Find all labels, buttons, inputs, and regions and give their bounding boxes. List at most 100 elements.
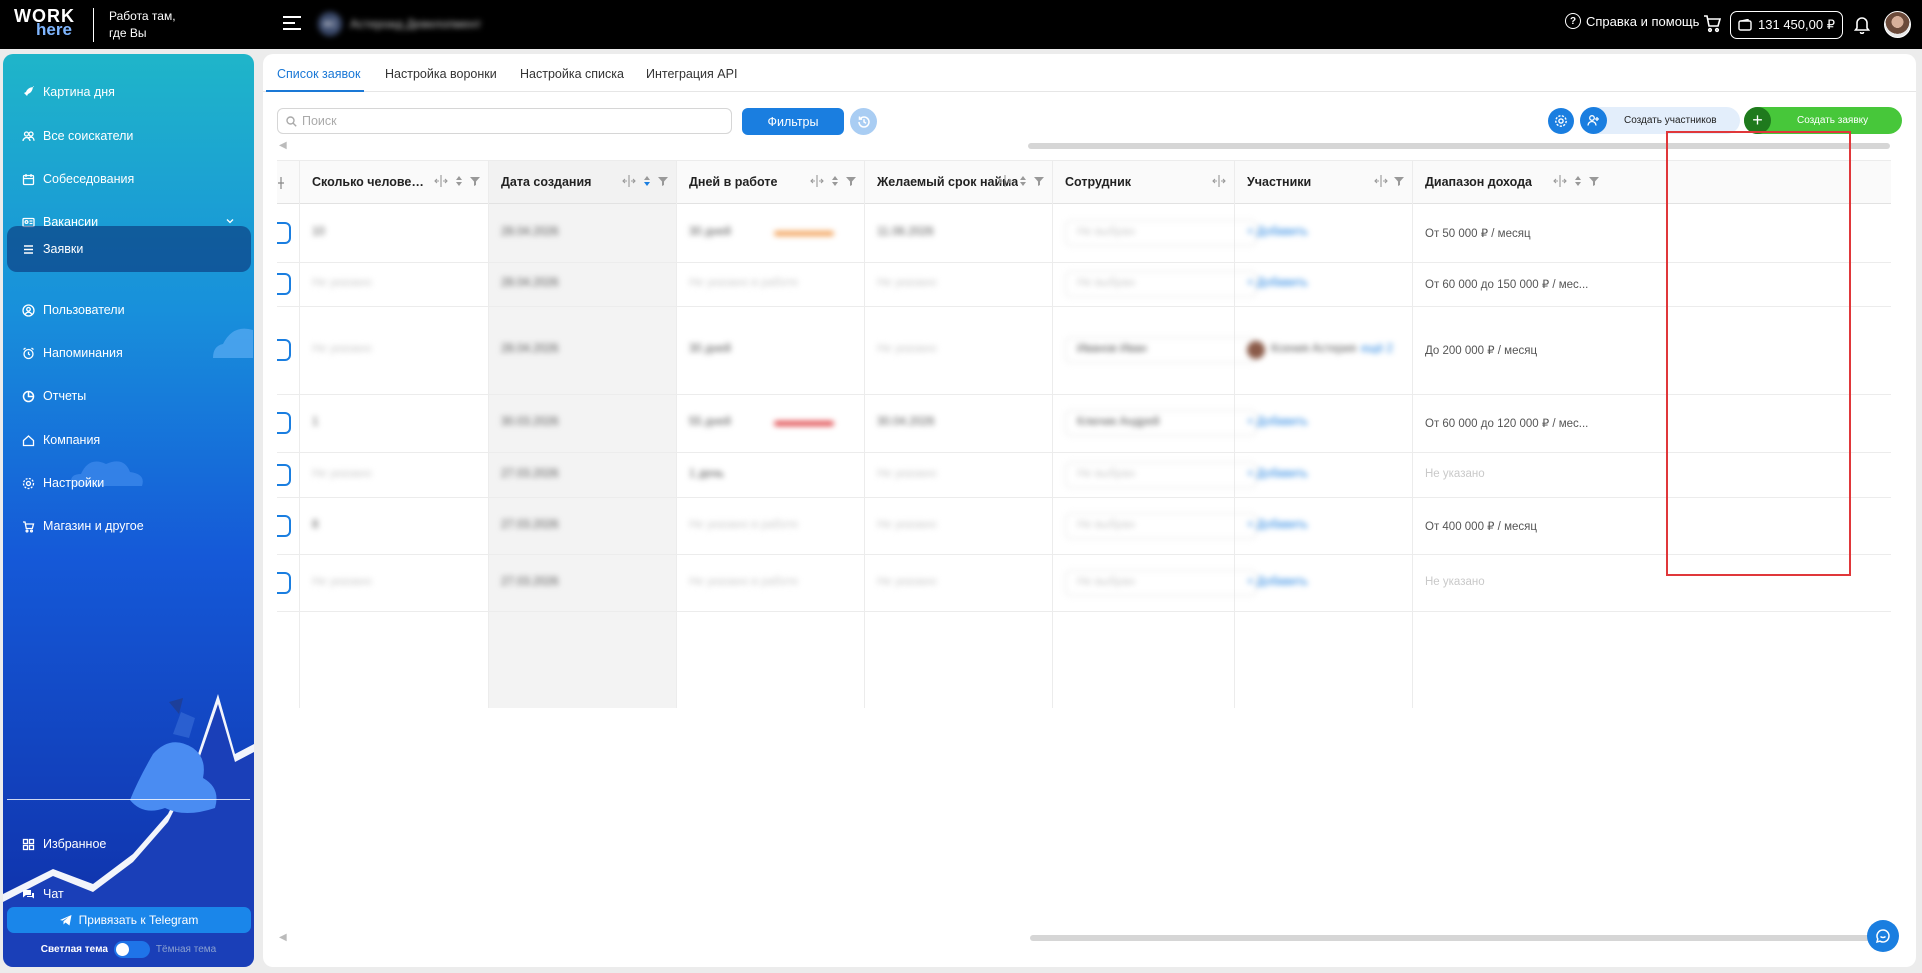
row-checkbox[interactable] [277,339,291,361]
cell-employee: Не выбран [1077,226,1135,238]
table-settings-button[interactable] [1548,108,1574,134]
scroll-left-icon[interactable]: ◀ [279,932,287,943]
sidebar-item-all-candidates[interactable]: Все соискатели [7,114,251,158]
column-resize-icon[interactable] [1374,175,1388,187]
column-resize-icon[interactable] [622,175,636,187]
logo[interactable]: WORK here [14,7,76,38]
cell-participant-name: Ксения Астерия [1271,343,1357,355]
column-header-icons [1374,175,1404,187]
filter-icon[interactable] [658,176,668,186]
scroll-left-icon[interactable]: ◀ [279,140,287,151]
column-resize-icon[interactable] [434,175,448,187]
balance-button[interactable]: 131 450,00 ₽ [1730,11,1843,39]
sort-icon[interactable] [454,175,464,187]
cell-created-date: 28.04.2026 [501,277,559,289]
column-resize-icon[interactable] [998,175,1012,187]
sidebar-item-interviews[interactable]: Собеседования [7,157,251,201]
chat-icon [23,889,34,898]
history-button[interactable] [850,108,877,135]
column-header-desired-deadline[interactable]: Желаемый срок найма [865,160,1052,204]
column-header-label: Желаемый срок найма [877,175,1019,189]
horizontal-scrollbar-top[interactable] [1028,143,1890,149]
column-header-days-in-work[interactable]: Дней в работе [677,160,864,204]
support-chat-button[interactable] [1867,920,1899,952]
search-placeholder: Поиск [302,114,337,128]
tab-requests-list[interactable]: Список заявок [277,67,360,81]
column-header-income-range[interactable]: Диапазон дохода [1413,160,1891,204]
row-checkbox[interactable] [277,273,291,295]
participants-more-link[interactable]: ещё 2 [1361,343,1393,355]
theme-toggle[interactable] [113,940,150,958]
sidebar-item-label: Избранное [43,837,107,851]
row-checkbox[interactable] [277,463,291,486]
column-resize-icon[interactable] [1553,175,1567,187]
row-checkbox[interactable] [277,514,291,537]
sidebar-item-favorites[interactable]: Избранное [7,822,251,866]
sidebar-item-company[interactable]: Компания [7,418,251,462]
sort-icon[interactable] [1018,175,1028,187]
sidebar-item-picture-of-day[interactable]: Картина дня [7,70,251,114]
sort-icon[interactable] [830,175,840,187]
filter-icon[interactable] [1394,176,1404,186]
cell-days-in-work: Не указано в работе [689,518,799,531]
tab-funnel-settings[interactable]: Настройка воронки [385,67,497,81]
filter-icon[interactable] [846,176,856,186]
cell-employee: Не выбран [1077,467,1135,480]
company-selector[interactable]: ФС Астероид Девелопмент [318,12,481,36]
pie-chart-icon [22,390,35,402]
help-link[interactable]: ? Справка и помощь [1565,13,1699,29]
column-header-people-needed[interactable]: Сколько человек нужно… [300,160,488,204]
row-divider [277,262,1891,263]
column-header-created-date[interactable]: Дата создания [489,160,676,204]
cell-employee: Ключик Андрей [1077,416,1160,428]
menu-toggle-icon[interactable] [283,16,301,32]
column-resize-icon[interactable] [1212,175,1226,187]
add-participant-link[interactable]: + Добавить [1247,468,1308,480]
column-resize-icon[interactable] [810,175,824,187]
sidebar-item-shop[interactable]: Магазин и другое [7,504,251,548]
gear-icon [1555,115,1567,127]
add-participant-link[interactable]: + Добавить [1247,416,1308,428]
sidebar-item-users[interactable]: Пользователи [7,288,251,332]
filters-button[interactable]: Фильтры [742,108,844,135]
create-participants-button[interactable]: Создать участников [1580,107,1740,134]
search-input[interactable]: Поиск [277,108,732,134]
company-avatar: ФС [318,12,342,36]
row-checkbox[interactable] [277,412,291,434]
column-header-participants[interactable]: Участники [1235,160,1412,204]
create-request-label: Создать заявку [1797,115,1869,126]
sidebar-item-reminders[interactable]: Напоминания [7,331,251,375]
add-participant-link[interactable]: + Добавить [1247,226,1308,238]
sidebar-item-requests[interactable]: Заявки [7,226,251,272]
bell-icon[interactable] [1853,14,1871,34]
sidebar-item-reports[interactable]: Отчеты [7,374,251,418]
filter-icon[interactable] [1589,176,1599,186]
horizontal-scrollbar-bottom[interactable] [1030,935,1888,941]
column-participants: Участники [1235,160,1413,708]
create-request-button[interactable]: + Создать заявку [1744,107,1902,134]
cell-income-range: До 200 000 ₽ / месяц [1425,345,1538,357]
tab-api-integration[interactable]: Интеграция API [646,67,737,81]
tab-list-settings[interactable]: Настройка списка [520,67,624,81]
filter-icon[interactable] [1034,176,1044,186]
add-participant-link[interactable]: + Добавить [1247,519,1308,531]
row-checkbox[interactable] [277,222,291,244]
column-header-label: Диапазон дохода [1425,175,1533,189]
cart-icon[interactable] [1702,13,1722,33]
add-participant-link[interactable]: + Добавить [1247,576,1308,588]
filter-icon[interactable] [470,176,480,186]
cell-days-in-work: Не указано в работе [689,277,799,289]
sidebar: Картина дня Все соискатели Собеседования… [3,54,254,967]
row-checkbox[interactable] [277,571,291,594]
sort-active-icon[interactable] [642,175,652,187]
sort-icon[interactable] [1573,175,1583,187]
sidebar-item-label: Заявки [43,242,84,256]
sidebar-item-settings[interactable]: Настройки [7,461,251,505]
cell-desired-deadline: Не указано [877,467,937,480]
participant-avatar [1247,341,1265,359]
add-participant-link[interactable]: + Добавить [1247,277,1308,289]
cell-desired-deadline: 30.04.2026 [877,416,935,428]
column-header-employee[interactable]: Сотрудник [1053,160,1234,204]
user-avatar[interactable] [1884,11,1911,38]
telegram-link-button[interactable]: Привязать к Telegram [7,907,251,933]
